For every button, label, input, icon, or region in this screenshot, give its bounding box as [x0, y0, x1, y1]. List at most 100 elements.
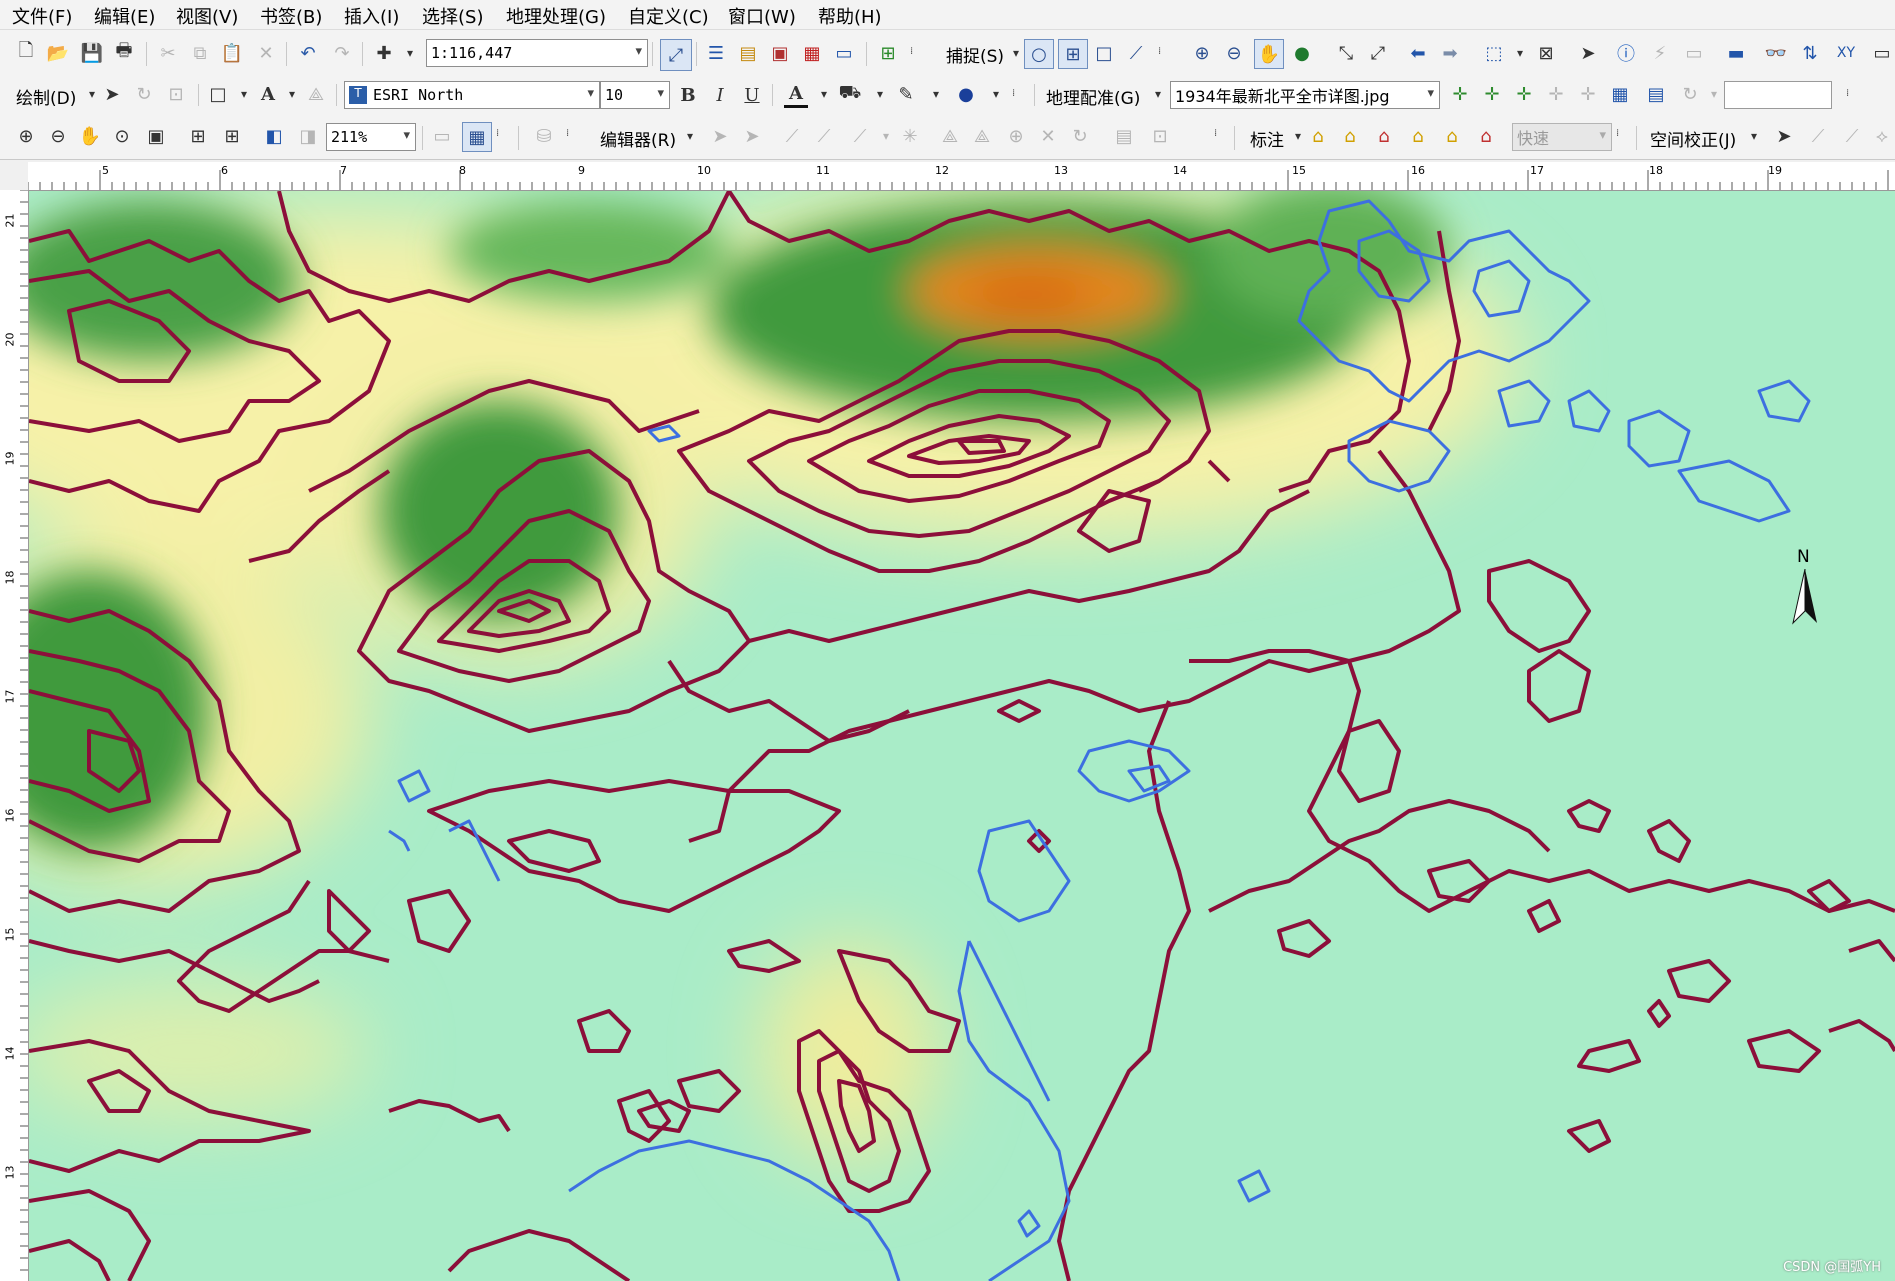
- line-color-pen-icon[interactable]: ✎: [894, 82, 918, 106]
- toolbar-grip[interactable]: ⁞: [910, 46, 916, 58]
- undo-icon[interactable]: ↶: [296, 41, 320, 65]
- hyperlink-icon[interactable]: ⚡: [1648, 41, 1672, 65]
- catalog-icon[interactable]: ▤: [736, 41, 760, 65]
- map-scale-combo[interactable]: 1:116,447 ▾: [426, 39, 648, 67]
- chevron-down-icon[interactable]: ▾: [1508, 41, 1532, 65]
- save-icon[interactable]: 💾: [80, 41, 104, 65]
- chevron-down-icon[interactable]: ▾: [1146, 82, 1170, 106]
- map-canvas[interactable]: N CSDN @国弧YH: [29, 191, 1895, 1281]
- layout-zoom-in-icon[interactable]: ⊕: [14, 124, 38, 148]
- marker-color-icon[interactable]: ●: [954, 82, 978, 106]
- underline-button[interactable]: U: [740, 83, 764, 107]
- menu-view[interactable]: 视图(V): [176, 3, 238, 29]
- cut-polygons-icon[interactable]: ⊕: [1004, 124, 1028, 148]
- chevron-down-icon[interactable]: ▾: [924, 82, 948, 106]
- menu-geoprocessing[interactable]: 地理处理(G): [506, 3, 606, 29]
- print-icon[interactable]: 🖶: [112, 40, 136, 65]
- rectangle-icon[interactable]: □: [206, 82, 230, 106]
- edit-tool-icon[interactable]: ➤: [708, 124, 732, 148]
- north-arrow[interactable]: N: [1785, 547, 1825, 627]
- go-to-xy-icon[interactable]: XY: [1834, 41, 1858, 65]
- zoom-100-icon[interactable]: ▣: [144, 124, 168, 148]
- select-elements-arrow-icon[interactable]: ➤: [1576, 41, 1600, 65]
- select-features-icon[interactable]: ⬚: [1482, 41, 1506, 65]
- chevron-down-icon[interactable]: ▾: [1742, 124, 1766, 148]
- fixed-zoom-in-layout-icon[interactable]: ⊞: [186, 124, 210, 148]
- edit-annotation-icon[interactable]: ➤: [740, 124, 764, 148]
- layout-pan-icon[interactable]: ✋: [78, 124, 102, 148]
- toolbar-grip[interactable]: ⁞: [1012, 88, 1018, 100]
- reshape-icon[interactable]: ⟁: [970, 124, 994, 148]
- menu-help[interactable]: 帮助(H): [818, 3, 882, 29]
- chevron-down-icon[interactable]: ▾: [1702, 82, 1726, 106]
- georef-rotate-input[interactable]: [1724, 81, 1832, 109]
- zoom-out-icon[interactable]: ⊖: [1222, 41, 1246, 65]
- time-slider-icon[interactable]: ▭: [1870, 41, 1894, 65]
- forward-extent-icon[interactable]: ➡: [1438, 41, 1462, 65]
- edit-vertices-editor-icon[interactable]: ⟁: [938, 124, 962, 148]
- menu-insert[interactable]: 插入(I): [344, 3, 399, 29]
- clear-selection-icon[interactable]: ⊠: [1534, 41, 1558, 65]
- edit-vertices-icon[interactable]: ⟁: [304, 82, 328, 106]
- find-route-icon[interactable]: ⇅: [1798, 41, 1822, 65]
- add-control-points-2-icon[interactable]: ✛: [1480, 82, 1504, 106]
- attributes-icon[interactable]: ▤: [1112, 124, 1136, 148]
- delete-control-point-icon[interactable]: ✛: [1544, 82, 1568, 106]
- label-priority-icon[interactable]: ⌂: [1338, 124, 1362, 148]
- menu-windows[interactable]: 窗口(W): [728, 3, 796, 29]
- identify-icon[interactable]: ⓘ: [1614, 41, 1638, 65]
- cut-icon[interactable]: ✂: [156, 41, 180, 65]
- previous-extent-layout-icon[interactable]: ◧: [262, 124, 286, 148]
- pause-labeling-icon[interactable]: ⌂: [1440, 124, 1464, 148]
- georef-layer-combo[interactable]: 1934年最新北平全市详图.jpg ▾: [1170, 81, 1440, 109]
- fixed-zoom-out-layout-icon[interactable]: ⊞: [220, 124, 244, 148]
- toolbar-grip[interactable]: ⁞: [496, 128, 502, 140]
- georeferencing-menu[interactable]: 地理配准(G): [1046, 84, 1140, 109]
- add-data-icon[interactable]: ✚: [372, 41, 396, 65]
- paste-icon[interactable]: 📋: [220, 41, 244, 65]
- layout-zoom-out-icon[interactable]: ⊖: [46, 124, 70, 148]
- rotate-icon[interactable]: ↻: [132, 82, 156, 106]
- straight-segment-icon[interactable]: ⟋: [780, 124, 804, 148]
- editor-toolbar-icon[interactable]: ⤢: [660, 39, 692, 71]
- snapping-menu[interactable]: 捕捉(S): [946, 42, 1004, 67]
- toolbar-grip[interactable]: ⁞: [1214, 128, 1220, 140]
- measure-icon[interactable]: ▬: [1724, 41, 1748, 65]
- link-table-icon[interactable]: ▤: [1644, 82, 1668, 106]
- lock-labels-icon[interactable]: ⌂: [1406, 124, 1430, 148]
- zoom-whole-page-icon[interactable]: ⊙: [110, 124, 134, 148]
- toolbar-grip[interactable]: ⁞: [1616, 128, 1622, 140]
- modelbuilder-icon[interactable]: ⊞: [876, 41, 900, 65]
- end-point-arc-icon[interactable]: ⟋: [812, 124, 836, 148]
- next-extent-layout-icon[interactable]: ◨: [296, 124, 320, 148]
- chevron-down-icon[interactable]: ▾: [812, 82, 836, 106]
- find-binoculars-icon[interactable]: 👓: [1764, 41, 1788, 65]
- spatial-adjustment-menu[interactable]: 空间校正(J): [1650, 126, 1736, 151]
- layout-zoom-combo[interactable]: 211% ▾: [326, 123, 416, 151]
- menu-customize[interactable]: 自定义(C): [628, 3, 709, 29]
- point-icon[interactable]: ✳: [898, 124, 922, 148]
- point-snapping-icon[interactable]: ○: [1024, 39, 1054, 69]
- full-extent-globe-icon[interactable]: ●: [1290, 41, 1314, 65]
- select-elements-arrow-icon[interactable]: ➤: [100, 82, 124, 106]
- bold-button[interactable]: B: [676, 83, 700, 107]
- search-window-icon[interactable]: ▣: [768, 41, 792, 65]
- labeling-menu[interactable]: 标注: [1250, 126, 1284, 151]
- font-size-combo[interactable]: 10 ▾: [600, 81, 670, 109]
- back-extent-icon[interactable]: ⬅: [1406, 41, 1430, 65]
- fill-color-bucket-icon[interactable]: ⛟: [838, 82, 862, 106]
- new-displacement-link-icon[interactable]: ⟋: [1806, 124, 1830, 148]
- italic-button[interactable]: I: [708, 83, 732, 107]
- drawing-menu[interactable]: 绘制(D): [16, 84, 76, 109]
- table-of-contents-icon[interactable]: ☰: [704, 41, 728, 65]
- chevron-down-icon[interactable]: ▾: [984, 82, 1008, 106]
- arctoolbox-icon[interactable]: ▦: [800, 41, 824, 65]
- chevron-down-icon[interactable]: ▾: [874, 124, 898, 148]
- add-control-points-icon[interactable]: ✛: [1448, 82, 1472, 106]
- font-name-combo[interactable]: T ESRI North ▾: [344, 81, 600, 109]
- sketch-properties-icon[interactable]: ⊡: [1148, 124, 1172, 148]
- python-window-icon[interactable]: ▭: [832, 41, 856, 65]
- select-elements-arrow-icon[interactable]: ➤: [1772, 124, 1796, 148]
- modify-link-icon[interactable]: ⟋: [1840, 124, 1864, 148]
- menu-selection[interactable]: 选择(S): [422, 3, 483, 29]
